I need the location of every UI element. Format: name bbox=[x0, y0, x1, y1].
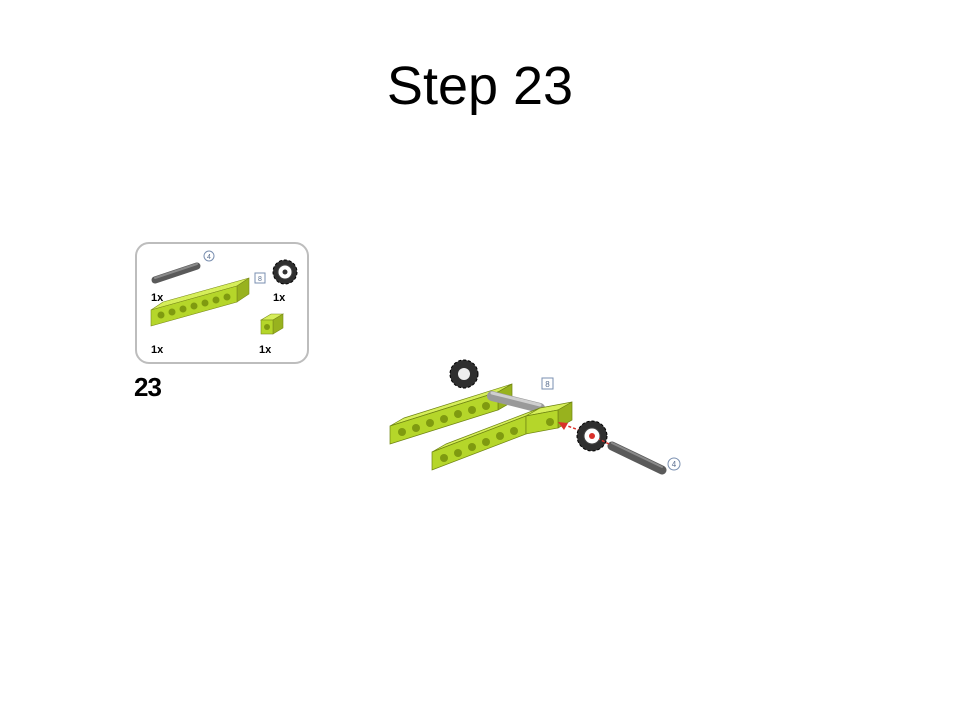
assembly-illustration: 8 4 bbox=[389, 359, 681, 475]
beam-quantity: 1x bbox=[151, 344, 164, 356]
assembly-axle-length-label: 4 bbox=[672, 460, 677, 469]
loose-axle bbox=[598, 438, 667, 475]
axle-length-callout: 4 bbox=[203, 250, 215, 262]
gear-part-icon bbox=[272, 259, 298, 285]
gear-quantity: 1x bbox=[273, 292, 286, 304]
brick-quantity: 1x bbox=[259, 344, 272, 356]
parts-list-panel: 4 8 1x 1x 1x 1x bbox=[135, 242, 309, 364]
beam-length-callout: 8 bbox=[254, 272, 266, 284]
axle-part-icon bbox=[151, 262, 201, 284]
slide-title: Step 23 bbox=[386, 56, 574, 116]
assembly-beam-length-label: 8 bbox=[545, 380, 550, 389]
axle-part-length-label: 4 bbox=[207, 254, 211, 261]
beam-part-length-label: 8 bbox=[258, 276, 262, 283]
axle-quantity: 1x bbox=[151, 292, 164, 304]
front-gear-icon bbox=[576, 420, 608, 452]
assembly-axle-length-callout: 4 bbox=[667, 457, 681, 471]
small-brick-part-icon bbox=[259, 313, 285, 335]
long-beam-part-icon bbox=[150, 277, 250, 327]
rear-gear-icon bbox=[449, 359, 479, 389]
step-number: 23 bbox=[134, 372, 162, 402]
assembly-beam-length-callout: 8 bbox=[541, 377, 554, 390]
